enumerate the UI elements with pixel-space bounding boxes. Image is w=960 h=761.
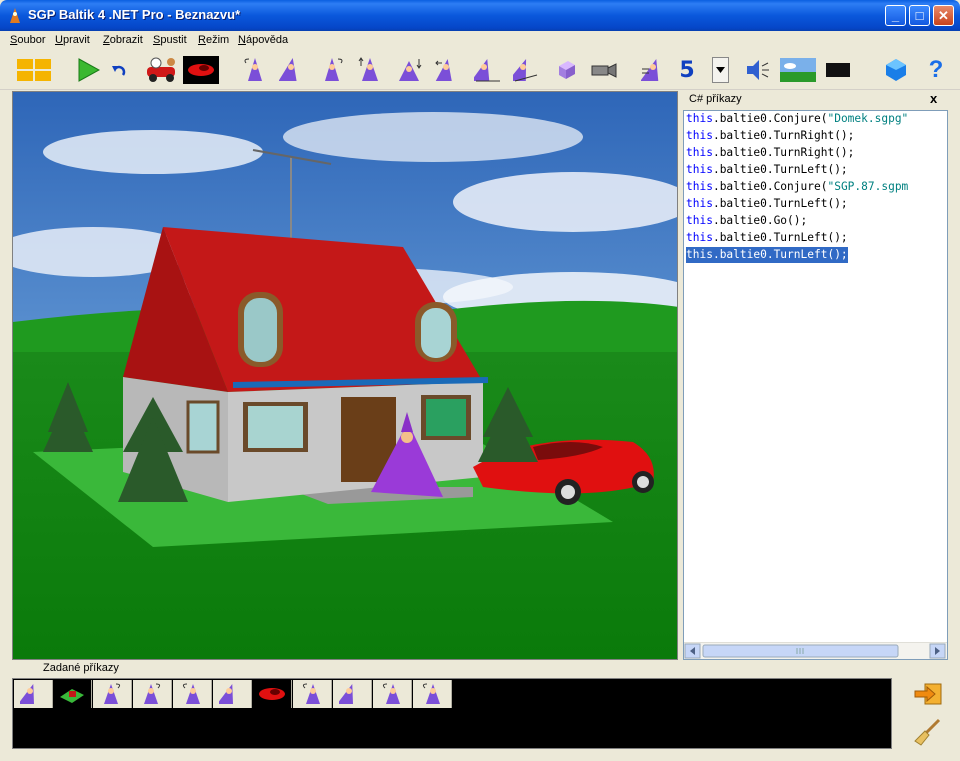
wizard-walk-icon[interactable] bbox=[472, 56, 504, 84]
command-wizard-turn-right-icon[interactable] bbox=[133, 680, 172, 708]
code-line[interactable]: this.baltie0.TurnLeft(); bbox=[686, 196, 848, 212]
layout-icon[interactable] bbox=[16, 56, 52, 84]
code-line[interactable]: this.baltie0.Conjure("SGP.87.sgpm bbox=[686, 179, 908, 195]
broom-icon[interactable] bbox=[912, 716, 944, 748]
minimize-button[interactable]: _ bbox=[885, 5, 906, 26]
code-editor[interactable]: this.baltie0.Conjure("Domek.sgpg" this.b… bbox=[683, 110, 948, 660]
code-line-selected[interactable]: this.baltie0.TurnLeft(); bbox=[686, 247, 848, 263]
command-wizard-walk-icon[interactable] bbox=[333, 680, 372, 708]
code-line[interactable]: this.baltie0.TurnRight(); bbox=[686, 145, 854, 161]
code-line[interactable]: this.baltie0.TurnLeft(); bbox=[686, 230, 848, 246]
menu-upravit[interactable]: Upravit bbox=[55, 34, 90, 46]
camera-icon[interactable] bbox=[588, 56, 620, 84]
red-car-icon[interactable] bbox=[183, 56, 219, 84]
menu-napoveda[interactable]: Nápověda bbox=[238, 34, 288, 46]
wizard-turn-left-icon[interactable] bbox=[239, 56, 271, 84]
command-wizard-walk-icon[interactable] bbox=[14, 680, 53, 708]
landscape-icon[interactable] bbox=[779, 56, 817, 84]
csharp-panel-header: C# příkazy x bbox=[683, 91, 948, 109]
gem-icon[interactable] bbox=[880, 56, 912, 84]
maximize-button[interactable]: □ bbox=[909, 5, 930, 26]
wizard-down-icon[interactable] bbox=[393, 56, 425, 84]
sound-icon[interactable] bbox=[742, 56, 774, 84]
scene-render bbox=[13, 92, 677, 659]
wizard-left-icon[interactable] bbox=[432, 56, 464, 84]
command-wizard-turn-left-icon[interactable] bbox=[173, 680, 212, 708]
app-wizard-icon bbox=[10, 8, 20, 23]
commands-label: Zadané příkazy bbox=[43, 662, 119, 674]
help-icon[interactable]: ? bbox=[920, 56, 952, 84]
speed-dropdown[interactable] bbox=[712, 57, 729, 83]
menu-bar: Soubor Upravit Zobrazit Spustit Režim Ná… bbox=[0, 31, 960, 51]
command-wizard-turn-left-icon[interactable] bbox=[413, 680, 452, 708]
command-wizard-turn-left-icon[interactable] bbox=[373, 680, 412, 708]
command-house-plot-icon[interactable] bbox=[53, 680, 92, 708]
command-wizard-walk-icon[interactable] bbox=[213, 680, 252, 708]
code-line[interactable]: this.baltie0.Go(); bbox=[686, 213, 807, 229]
command-wizard-turn-left-icon[interactable] bbox=[293, 680, 332, 708]
race-car-icon[interactable] bbox=[142, 56, 180, 84]
insert-icon[interactable] bbox=[912, 678, 944, 710]
wizard-run-icon[interactable] bbox=[511, 56, 543, 84]
panel-close-button[interactable]: x bbox=[930, 91, 937, 106]
window-title: SGP Baltik 4 .NET Pro - Beznazvu* bbox=[28, 7, 241, 22]
black-square-icon[interactable] bbox=[822, 56, 854, 84]
code-line[interactable]: this.baltie0.TurnLeft(); bbox=[686, 162, 848, 178]
toolbar: 5 ? bbox=[0, 51, 960, 90]
cube-icon[interactable] bbox=[550, 56, 582, 84]
menu-zobrazit[interactable]: Zobrazit bbox=[103, 34, 143, 46]
menu-spustit[interactable]: Spustit bbox=[153, 34, 187, 46]
undo-icon[interactable] bbox=[106, 56, 132, 84]
command-red-car-icon[interactable] bbox=[253, 680, 292, 708]
wizard-go-icon[interactable] bbox=[277, 56, 309, 84]
scene-viewport[interactable] bbox=[12, 91, 678, 660]
panel-title: C# příkazy bbox=[689, 93, 742, 105]
menu-rezim[interactable]: Režim bbox=[198, 34, 229, 46]
title-bar: SGP Baltik 4 .NET Pro - Beznazvu* _ □ ✕ bbox=[0, 0, 960, 31]
wizard-up-icon[interactable] bbox=[354, 56, 386, 84]
command-wizard-turn-right-icon[interactable] bbox=[93, 680, 132, 708]
horizontal-scrollbar[interactable] bbox=[684, 642, 947, 659]
run-icon[interactable] bbox=[72, 56, 104, 84]
code-line[interactable]: this.baltie0.TurnRight(); bbox=[686, 128, 854, 144]
speed-value: 5 bbox=[679, 57, 695, 83]
menu-soubor[interactable]: Soubor bbox=[10, 34, 45, 46]
code-line[interactable]: this.baltie0.Conjure("Domek.sgpg" bbox=[686, 111, 908, 127]
close-button[interactable]: ✕ bbox=[933, 5, 954, 26]
wizard-speed-icon[interactable] bbox=[640, 56, 672, 84]
wizard-turn-right-icon[interactable] bbox=[316, 56, 348, 84]
commands-strip[interactable] bbox=[12, 678, 892, 749]
